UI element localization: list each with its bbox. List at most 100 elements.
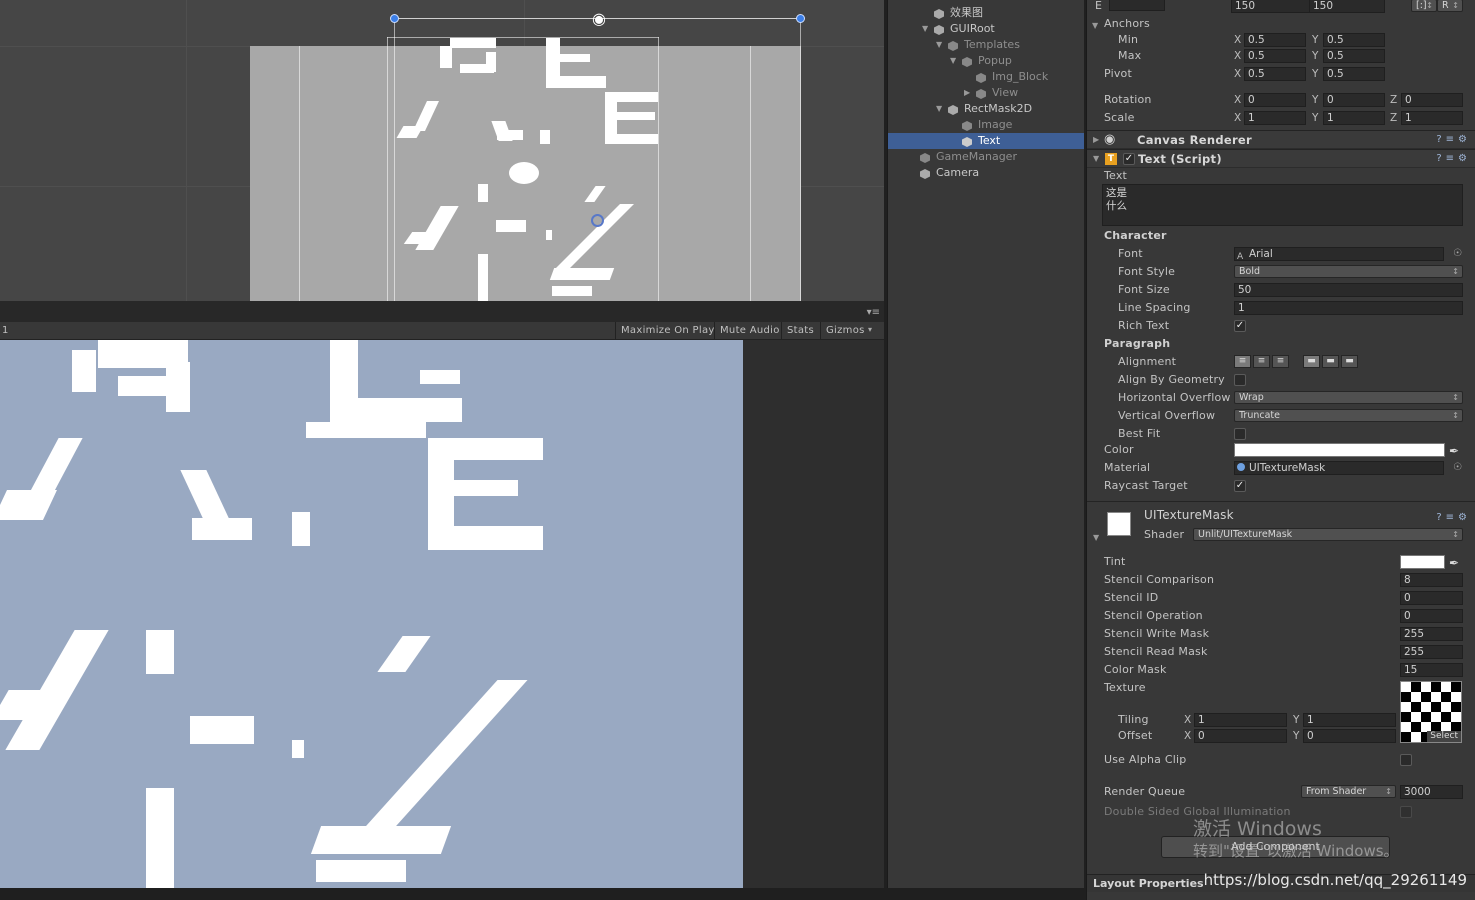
text-script-header[interactable]: ▼ T ✓ Text (Script) ?≡⚙: [1087, 149, 1475, 168]
object-picker-icon[interactable]: ☉: [1453, 246, 1462, 262]
material-object-field[interactable]: UITextureMask: [1234, 461, 1444, 475]
scale-y-field[interactable]: 1: [1323, 111, 1385, 125]
align-geometry-checkbox[interactable]: [1234, 374, 1246, 386]
axis-y-label: Y: [1312, 68, 1319, 80]
offset-y-field[interactable]: 0: [1303, 729, 1396, 743]
rect-handle[interactable]: [390, 14, 399, 23]
rotation-x-field[interactable]: 0: [1244, 93, 1306, 107]
align-top-button[interactable]: ▬: [1303, 355, 1320, 368]
render-queue-field[interactable]: 3000: [1400, 785, 1463, 799]
align-geometry-row: Align By Geometry: [1087, 372, 1475, 390]
stencil-read-mask-field[interactable]: 255: [1400, 645, 1463, 659]
menu-icon[interactable]: ▾≡: [867, 307, 880, 318]
hierarchy-item-selected[interactable]: Text: [888, 133, 1084, 149]
color-swatch[interactable]: [1234, 443, 1445, 457]
horizontal-overflow-dropdown[interactable]: Wrap: [1234, 391, 1463, 404]
pivot-y-field[interactable]: 0.5: [1323, 67, 1385, 81]
rect-handle[interactable]: [796, 14, 805, 23]
raw-edit-button[interactable]: R: [1437, 0, 1463, 12]
text-content-area[interactable]: 这是 什么: [1102, 184, 1463, 226]
foldout-arrow-icon[interactable]: ▶: [1093, 135, 1099, 144]
pivot-icon[interactable]: [591, 214, 604, 227]
align-bottom-button[interactable]: ▬: [1341, 355, 1358, 368]
stats-button[interactable]: Stats: [781, 322, 819, 340]
component-enabled-checkbox[interactable]: ✓: [1123, 153, 1135, 165]
expand-arrow-icon[interactable]: ▼: [936, 101, 942, 117]
inspector-panel[interactable]: E 150 150 [:] R ▼ Anchors Min X 0.5 Y 0.…: [1086, 0, 1475, 900]
material-settings-icons[interactable]: ?≡⚙: [1436, 510, 1471, 526]
width-field[interactable]: 150: [1231, 0, 1311, 13]
stencil-write-mask-field[interactable]: 255: [1400, 627, 1463, 641]
hierarchy-item[interactable]: ▶ View: [888, 85, 1084, 101]
anchor-max-y-field[interactable]: 0.5: [1323, 49, 1385, 63]
scale-x-field[interactable]: 1: [1244, 111, 1306, 125]
hierarchy-item[interactable]: GameManager: [888, 149, 1084, 165]
align-center-button[interactable]: ≡: [1253, 355, 1270, 368]
gameobject-cube-icon: [962, 136, 972, 147]
pivot-label: Pivot: [1104, 67, 1133, 80]
game-view[interactable]: [0, 340, 884, 888]
line-spacing-field[interactable]: 1: [1234, 301, 1463, 315]
font-size-field[interactable]: 50: [1234, 283, 1463, 297]
stencil-comparison-field[interactable]: 8: [1400, 573, 1463, 587]
double-sided-gi-checkbox[interactable]: [1400, 806, 1412, 818]
rotation-z-field[interactable]: 0: [1401, 93, 1463, 107]
canvas-renderer-header[interactable]: ▶ ◉ Canvas Renderer ?≡⚙: [1087, 130, 1475, 149]
expand-arrow-icon[interactable]: ▶: [964, 85, 970, 101]
mute-audio-button[interactable]: Mute Audio: [714, 322, 785, 340]
vertical-overflow-dropdown[interactable]: Truncate: [1234, 409, 1463, 422]
best-fit-checkbox[interactable]: [1234, 428, 1246, 440]
shader-dropdown[interactable]: Unlit/UITextureMask: [1193, 528, 1463, 541]
eyedropper-icon[interactable]: ✒: [1449, 555, 1459, 571]
rich-text-checkbox[interactable]: ✓: [1234, 320, 1246, 332]
scale-z-field[interactable]: 1: [1401, 111, 1463, 125]
tint-swatch[interactable]: [1400, 555, 1445, 569]
font-style-dropdown[interactable]: Bold: [1234, 265, 1463, 278]
align-right-button[interactable]: ≡: [1272, 355, 1289, 368]
height-field[interactable]: 150: [1309, 0, 1385, 13]
hierarchy-item[interactable]: ▼ GUIRoot: [888, 21, 1084, 37]
hierarchy-item[interactable]: ▼ Templates: [888, 37, 1084, 53]
expand-arrow-icon[interactable]: ▼: [922, 21, 928, 37]
anchor-min-y-field[interactable]: 0.5: [1323, 33, 1385, 47]
stencil-id-field[interactable]: 0: [1400, 591, 1463, 605]
expand-arrow-icon[interactable]: ▼: [936, 37, 942, 53]
hierarchy-panel[interactable]: 效果图 ▼ GUIRoot ▼ Templates ▼ Popup Img_Bl…: [887, 0, 1084, 888]
object-picker-icon[interactable]: ☉: [1453, 460, 1462, 476]
anchor-min-x-field[interactable]: 0.5: [1244, 33, 1306, 47]
scene-view[interactable]: ◉: [0, 0, 884, 301]
foldout-arrow-icon[interactable]: ▼: [1093, 154, 1099, 163]
font-object-field[interactable]: Arial: [1234, 247, 1444, 261]
rotation-y-field[interactable]: 0: [1323, 93, 1385, 107]
pivot-x-field[interactable]: 0.5: [1244, 67, 1306, 81]
hierarchy-item[interactable]: Img_Block: [888, 69, 1084, 85]
align-middle-button[interactable]: ▬: [1322, 355, 1339, 368]
gizmos-button[interactable]: Gizmos: [820, 322, 870, 340]
expand-arrow-icon[interactable]: ▼: [950, 53, 956, 69]
blueprint-button[interactable]: [:]: [1411, 0, 1437, 12]
align-left-button[interactable]: ≡: [1234, 355, 1251, 368]
component-settings-icons[interactable]: ?≡⚙: [1436, 134, 1471, 145]
view-splitter[interactable]: ▾≡: [0, 301, 884, 322]
hierarchy-item[interactable]: Camera: [888, 165, 1084, 181]
stencil-operation-field[interactable]: 0: [1400, 609, 1463, 623]
display-label[interactable]: 1: [2, 325, 8, 336]
color-mask-field[interactable]: 15: [1400, 663, 1463, 677]
texture-label: Texture: [1104, 681, 1146, 694]
tiling-x-field[interactable]: 1: [1194, 713, 1287, 727]
offset-x-field[interactable]: 0: [1194, 729, 1287, 743]
component-settings-icons[interactable]: ?≡⚙: [1436, 153, 1471, 164]
tiling-y-field[interactable]: 1: [1303, 713, 1396, 727]
anchor-max-x-field[interactable]: 0.5: [1244, 49, 1306, 63]
maximize-on-play-button[interactable]: Maximize On Play: [615, 322, 720, 340]
hierarchy-item[interactable]: ▼ Popup: [888, 53, 1084, 69]
text-glyph-fragment: [450, 38, 496, 48]
render-queue-dropdown[interactable]: From Shader: [1301, 785, 1396, 798]
hierarchy-item[interactable]: Image: [888, 117, 1084, 133]
hierarchy-item[interactable]: 效果图: [888, 5, 1084, 21]
raycast-target-checkbox[interactable]: ✓: [1234, 480, 1246, 492]
alpha-clip-checkbox[interactable]: [1400, 754, 1412, 766]
hierarchy-item[interactable]: ▼ RectMask2D: [888, 101, 1084, 117]
gizmos-dropdown-icon[interactable]: ▾: [868, 325, 872, 334]
eyedropper-icon[interactable]: ✒: [1449, 443, 1459, 459]
